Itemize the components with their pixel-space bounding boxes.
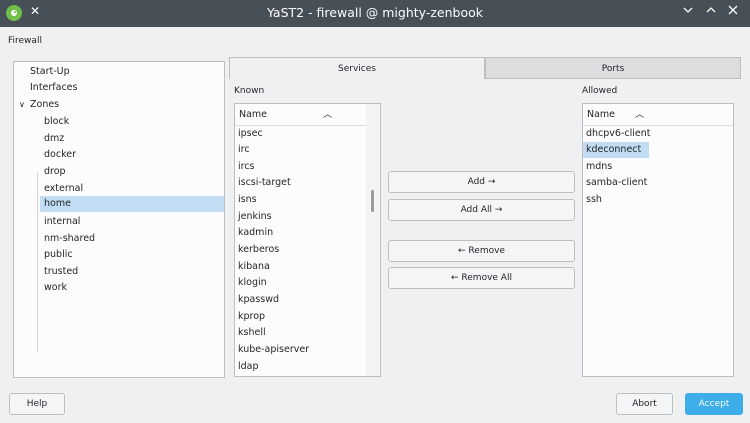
sort-ascending-icon: ︿ xyxy=(635,110,645,120)
list-item[interactable]: ircs xyxy=(235,159,367,175)
tree-branch-line xyxy=(37,172,38,352)
list-item[interactable]: kibana xyxy=(235,259,367,275)
list-item[interactable]: samba-client xyxy=(583,175,733,191)
list-item[interactable]: ssh xyxy=(583,192,733,208)
window-title: YaST2 - firewall @ mighty-zenbook xyxy=(267,5,483,20)
tree-item-start-up[interactable]: Start-Up xyxy=(30,64,220,80)
list-item[interactable]: kprop xyxy=(235,309,367,325)
list-item[interactable]: ipsec xyxy=(235,126,367,142)
known-list-scrollbar[interactable] xyxy=(366,104,380,376)
title-bar: ✕ YaST2 - firewall @ mighty-zenbook xyxy=(0,0,750,27)
tree-item-trusted[interactable]: trusted xyxy=(44,264,224,280)
known-name-column-header[interactable]: Name ︿ xyxy=(235,104,380,126)
module-label: Firewall xyxy=(8,36,42,46)
allowed-name-column-header[interactable]: Name ︿ xyxy=(583,104,733,126)
list-item[interactable]: mdns xyxy=(583,159,733,175)
list-item[interactable]: jenkins xyxy=(235,209,367,225)
remove-all-button[interactable]: ← Remove All xyxy=(388,267,575,289)
tree-item-external[interactable]: external xyxy=(44,181,224,197)
tree-item-public[interactable]: public xyxy=(44,247,224,263)
close-button[interactable] xyxy=(724,4,742,22)
allowed-label: Allowed xyxy=(582,86,618,96)
list-item-selected[interactable]: kdeconnect xyxy=(583,142,649,158)
help-button[interactable]: Help xyxy=(9,393,65,415)
list-item[interactable]: kadmin xyxy=(235,225,367,241)
abort-button[interactable]: Abort xyxy=(616,393,673,415)
tree-item-nm-shared[interactable]: nm-shared xyxy=(44,231,224,247)
maximize-button[interactable] xyxy=(702,4,720,22)
sort-ascending-icon: ︿ xyxy=(323,110,333,120)
list-item[interactable]: ldap xyxy=(235,359,367,375)
list-item[interactable]: dhcpv6-client xyxy=(583,126,733,142)
list-item[interactable]: kube-apiserver xyxy=(235,342,367,358)
chevron-down-icon[interactable]: ∨ xyxy=(19,97,25,113)
minimize-button[interactable] xyxy=(679,4,697,22)
tree-item-interfaces[interactable]: Interfaces xyxy=(30,80,220,96)
tree-item-home[interactable]: home xyxy=(40,196,224,212)
tree-item-drop[interactable]: drop xyxy=(44,164,224,180)
remove-button[interactable]: ← Remove xyxy=(388,240,575,262)
list-item[interactable]: kpasswd xyxy=(235,292,367,308)
tab-services[interactable]: Services xyxy=(229,57,485,79)
list-item[interactable]: iscsi-target xyxy=(235,175,367,191)
tree-item-internal[interactable]: internal xyxy=(44,214,224,230)
list-item[interactable]: klogin xyxy=(235,275,367,291)
tree-item-dmz[interactable]: dmz xyxy=(44,131,224,147)
known-label: Known xyxy=(234,86,265,96)
list-item[interactable]: irc xyxy=(235,142,367,158)
list-item[interactable]: kerberos xyxy=(235,242,367,258)
known-services-list[interactable]: Name ︿ ipsec irc ircs iscsi-target isns … xyxy=(234,103,381,377)
navigation-tree[interactable]: Start-Up Interfaces ∨ Zones block dmz do… xyxy=(13,61,225,378)
tree-item-block[interactable]: block xyxy=(44,114,224,130)
scrollbar-thumb[interactable] xyxy=(371,190,374,212)
accept-button[interactable]: Accept xyxy=(685,393,743,415)
list-item[interactable]: kshell xyxy=(235,325,367,341)
tree-item-zones[interactable]: ∨ Zones xyxy=(14,97,224,113)
list-item[interactable]: isns xyxy=(235,192,367,208)
add-button[interactable]: Add → xyxy=(388,171,575,193)
tree-item-docker[interactable]: docker xyxy=(44,147,224,163)
tab-ports[interactable]: Ports xyxy=(485,57,741,79)
add-all-button[interactable]: Add All → xyxy=(388,199,575,221)
allowed-services-list[interactable]: Name ︿ dhcpv6-client kdeconnect mdns sam… xyxy=(582,103,734,377)
tree-item-work[interactable]: work xyxy=(44,280,224,296)
